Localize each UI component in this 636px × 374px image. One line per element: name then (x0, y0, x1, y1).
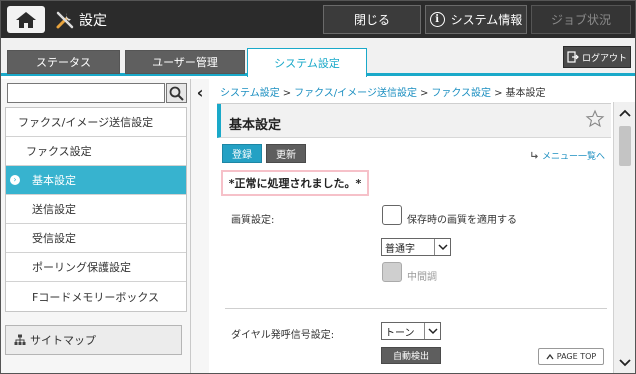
app-title-text: 設定 (79, 12, 107, 29)
breadcrumb-separator: > (494, 88, 503, 99)
halftone-checkbox[interactable] (382, 262, 402, 282)
breadcrumb-link-fax-image-send[interactable]: ファクス/イメージ送信設定 (294, 88, 417, 99)
tab-system-settings[interactable]: システム設定 (247, 48, 367, 77)
system-info-label: システム情報 (450, 13, 523, 27)
page-title: 基本設定 (229, 118, 282, 133)
sidebar-item-label: Fコードメモリーボックス (32, 290, 159, 304)
logout-label: ログアウト (581, 53, 627, 64)
resolution-select[interactable]: 普通字 (381, 238, 451, 256)
breadcrumb-link-system-settings[interactable]: システム設定 (220, 88, 280, 99)
system-info-button[interactable]: i システム情報 (425, 5, 527, 34)
section-divider (225, 308, 607, 309)
tab-status[interactable]: ステータス (7, 50, 120, 74)
sidebar-item-send-settings[interactable]: 送信設定 (6, 195, 186, 224)
sidebar-item-fax-settings[interactable]: ファクス設定 (6, 137, 186, 166)
sidebar-item-label: ポーリング保護設定 (32, 261, 131, 274)
breadcrumb: システム設定 > ファクス/イメージ送信設定 > ファクス設定 > 基本設定 (220, 84, 545, 99)
apply-saved-quality-checkbox[interactable] (382, 205, 402, 225)
sitemap-button[interactable]: サイトマップ (5, 325, 182, 355)
app-title: 設定 (55, 1, 107, 38)
close-button[interactable]: 閉じる (323, 5, 421, 34)
sidebar-collapse-toggle[interactable]: ‹ (191, 79, 209, 373)
panel-header: 基本設定 (217, 104, 611, 138)
logout-button[interactable]: ログアウト (563, 46, 631, 68)
auto-detect-label: 自動検出 (392, 352, 429, 362)
sidebar-item-fcode-memory-box[interactable]: Fコードメモリーボックス (6, 282, 186, 311)
tools-icon (56, 11, 74, 28)
breadcrumb-link-fax-settings[interactable]: ファクス設定 (431, 88, 491, 99)
halftone-label: 中間調 (407, 272, 437, 283)
scroll-up-button[interactable] (616, 104, 634, 122)
tab-system-settings-label: システム設定 (274, 57, 340, 70)
tab-bar: ステータス ユーザー管理 システム設定 ログアウト (1, 38, 635, 77)
chevron-down-icon (424, 323, 440, 339)
sidebar-item-label: 受信設定 (32, 232, 76, 245)
tab-user-management[interactable]: ユーザー管理 (125, 50, 245, 74)
settings-panel: 基本設定 登録 更新 メニュー一覧へ *正常に処理されました。* 画質設定: 保… (217, 103, 611, 373)
sidebar-item-receive-settings[interactable]: 受信設定 (6, 224, 186, 253)
sidebar-item-label: ファクス/イメージ送信設定 (18, 116, 154, 129)
register-label: 登録 (232, 150, 252, 161)
job-status-label: ジョブ状況 (550, 13, 611, 27)
sidebar-item-label: ファクス設定 (26, 145, 92, 158)
content-scrollbar[interactable] (613, 102, 635, 373)
breadcrumb-separator: > (419, 88, 429, 99)
tab-status-label: ステータス (36, 56, 91, 69)
chevron-left-icon: ‹ (196, 83, 204, 102)
info-icon: i (429, 12, 445, 27)
image-quality-label: 画質設定: (231, 215, 275, 226)
sidebar-menu: ファクス/イメージ送信設定 ファクス設定 › 基本設定 送信設定 受信設定 ポー… (5, 107, 187, 312)
dial-signal-label: ダイヤル発呼信号設定: (231, 330, 335, 341)
star-icon[interactable] (585, 109, 605, 129)
chevron-up-icon (619, 109, 631, 117)
sidebar-item-polling-protection[interactable]: ポーリング保護設定 (6, 253, 186, 282)
breadcrumb-separator: > (282, 88, 292, 99)
apply-saved-quality-label: 保存時の画質を適用する (407, 215, 517, 226)
menu-list-link[interactable]: メニュー一覧へ (530, 149, 605, 162)
sidebar-item-fax-image-send-settings[interactable]: ファクス/イメージ送信設定 (6, 108, 186, 137)
tab-user-management-label: ユーザー管理 (152, 56, 218, 69)
sidebar-item-label: 送信設定 (32, 203, 76, 216)
home-icon (16, 11, 36, 28)
register-button[interactable]: 登録 (222, 144, 262, 163)
sidebar: ファクス/イメージ送信設定 ファクス設定 › 基本設定 送信設定 受信設定 ポー… (1, 79, 191, 373)
update-label: 更新 (276, 150, 296, 161)
app-window: 設定 閉じる i システム情報 ジョブ状況 ステータス ユーザー管理 システム設… (0, 0, 636, 374)
status-message-text: *正常に処理されました。* (228, 177, 362, 190)
home-button[interactable] (7, 6, 45, 33)
close-button-label: 閉じる (353, 13, 390, 27)
return-icon (531, 151, 538, 159)
status-message: *正常に処理されました。* (221, 170, 369, 196)
update-button[interactable]: 更新 (266, 144, 306, 163)
auto-detect-button[interactable]: 自動検出 (381, 347, 441, 364)
search-input[interactable] (7, 83, 165, 103)
scroll-thumb[interactable] (619, 126, 631, 166)
job-status-button[interactable]: ジョブ状況 (531, 5, 631, 34)
dial-signal-select[interactable]: トーン (381, 322, 441, 340)
chevron-down-icon (619, 359, 631, 367)
resolution-select-value: 普通字 (385, 243, 415, 255)
menu-list-label: メニュー一覧へ (541, 152, 605, 162)
top-bar: 設定 閉じる i システム情報 ジョブ状況 (1, 1, 635, 38)
page-top-label: PAGE TOP (556, 352, 597, 361)
sitemap-label: サイトマップ (30, 334, 96, 347)
scroll-down-button[interactable] (616, 354, 634, 372)
chevron-down-icon (434, 239, 450, 255)
sitemap-icon (14, 334, 26, 345)
sidebar-item-basic-settings[interactable]: › 基本設定 (6, 166, 186, 195)
page-top-button[interactable]: PAGE TOP (538, 348, 604, 365)
logout-icon (567, 51, 579, 63)
active-bullet-icon: › (10, 175, 20, 185)
search-button[interactable] (166, 83, 187, 103)
search-icon (169, 86, 184, 101)
dial-signal-select-value: トーン (385, 327, 415, 339)
chevron-up-icon (546, 353, 554, 359)
sidebar-item-label: 基本設定 (32, 174, 76, 187)
breadcrumb-current: 基本設定 (505, 88, 546, 99)
